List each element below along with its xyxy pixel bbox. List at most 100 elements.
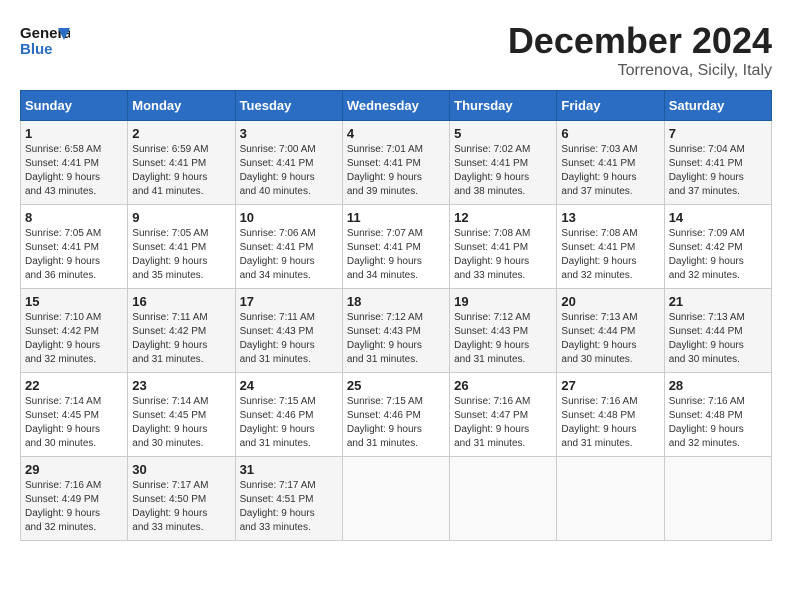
day-number: 26 [454,378,552,393]
day-info: Sunrise: 7:14 AMSunset: 4:45 PMDaylight:… [132,395,230,451]
calendar-cell: 9 Sunrise: 7:05 AMSunset: 4:41 PMDaylight… [128,205,235,289]
day-info: Sunrise: 7:05 AMSunset: 4:41 PMDaylight:… [25,227,123,283]
calendar-cell: 6Sunrise: 7:03 AMSunset: 4:41 PMDaylight… [557,121,664,205]
day-info: Sunrise: 7:13 AMSunset: 4:44 PMDaylight:… [669,311,767,367]
day-info: Sunrise: 7:08 AMSunset: 4:41 PMDaylight:… [454,227,552,283]
calendar-cell: 28 Sunrise: 7:16 AMSunset: 4:48 PMDayligh… [664,373,771,457]
calendar-week-4: 22 Sunrise: 7:14 AMSunset: 4:45 PMDayligh… [21,373,772,457]
day-number: 18 [347,294,445,309]
day-number: 23 [132,378,230,393]
calendar-cell: 19Sunrise: 7:12 AMSunset: 4:43 PMDayligh… [450,289,557,373]
day-number: 7 [669,126,767,141]
day-number: 24 [240,378,338,393]
day-header-saturday: Saturday [664,91,771,121]
day-number: 15 [25,294,123,309]
calendar-cell [342,457,449,541]
calendar-week-2: 8 Sunrise: 7:05 AMSunset: 4:41 PMDaylight… [21,205,772,289]
day-number: 2 [132,126,230,141]
calendar-cell: 3 Sunrise: 7:00 AMSunset: 4:41 PMDaylight… [235,121,342,205]
day-info: Sunrise: 7:01 AMSunset: 4:41 PMDaylight:… [347,143,445,199]
calendar-cell: 26 Sunrise: 7:16 AMSunset: 4:47 PMDayligh… [450,373,557,457]
calendar-cell: 20Sunrise: 7:13 AMSunset: 4:44 PMDayligh… [557,289,664,373]
calendar-cell: 27 Sunrise: 7:16 AMSunset: 4:48 PMDayligh… [557,373,664,457]
day-info: Sunrise: 7:11 AMSunset: 4:42 PMDaylight:… [132,311,230,367]
day-number: 10 [240,210,338,225]
day-number: 16 [132,294,230,309]
day-number: 28 [669,378,767,393]
day-info: Sunrise: 7:04 AMSunset: 4:41 PMDaylight:… [669,143,767,199]
calendar-cell: 10 Sunrise: 7:06 AMSunset: 4:41 PMDayligh… [235,205,342,289]
calendar-cell: 13 Sunrise: 7:08 AMSunset: 4:41 PMDayligh… [557,205,664,289]
calendar-table: SundayMondayTuesdayWednesdayThursdayFrid… [20,90,772,541]
calendar-cell: 23 Sunrise: 7:14 AMSunset: 4:45 PMDayligh… [128,373,235,457]
day-number: 31 [240,462,338,477]
day-header-friday: Friday [557,91,664,121]
day-info: Sunrise: 6:59 AMSunset: 4:41 PMDaylight:… [132,143,230,199]
day-info: Sunrise: 7:09 AMSunset: 4:42 PMDaylight:… [669,227,767,283]
calendar-cell [557,457,664,541]
day-header-sunday: Sunday [21,91,128,121]
calendar-cell: 11 Sunrise: 7:07 AMSunset: 4:41 PMDayligh… [342,205,449,289]
calendar-week-3: 15 Sunrise: 7:10 AMSunset: 4:42 PMDayligh… [21,289,772,373]
page-header: General Blue December 2024 Torrenova, Si… [20,20,772,80]
day-number: 27 [561,378,659,393]
calendar-cell: 22Sunrise: 7:14 AMSunset: 4:45 PMDayligh… [21,373,128,457]
calendar-cell: 16 Sunrise: 7:11 AMSunset: 4:42 PMDayligh… [128,289,235,373]
day-number: 29 [25,462,123,477]
svg-text:Blue: Blue [20,41,53,58]
day-number: 8 [25,210,123,225]
day-number: 1 [25,126,123,141]
day-info: Sunrise: 7:16 AMSunset: 4:48 PMDaylight:… [669,395,767,451]
day-info: Sunrise: 7:17 AMSunset: 4:51 PMDaylight:… [240,479,338,535]
day-header-thursday: Thursday [450,91,557,121]
calendar-cell: 5 Sunrise: 7:02 AMSunset: 4:41 PMDaylight… [450,121,557,205]
logo-icon: General Blue [20,20,70,60]
day-info: Sunrise: 7:08 AMSunset: 4:41 PMDaylight:… [561,227,659,283]
day-info: Sunrise: 7:16 AMSunset: 4:48 PMDaylight:… [561,395,659,451]
calendar-cell: 15 Sunrise: 7:10 AMSunset: 4:42 PMDayligh… [21,289,128,373]
day-info: Sunrise: 7:15 AMSunset: 4:46 PMDaylight:… [240,395,338,451]
day-info: Sunrise: 7:03 AMSunset: 4:41 PMDaylight:… [561,143,659,199]
day-number: 11 [347,210,445,225]
day-info: Sunrise: 7:06 AMSunset: 4:41 PMDaylight:… [240,227,338,283]
month-title: December 2024 [508,20,772,62]
day-info: Sunrise: 7:16 AMSunset: 4:47 PMDaylight:… [454,395,552,451]
day-info: Sunrise: 7:16 AMSunset: 4:49 PMDaylight:… [25,479,123,535]
title-block: December 2024 Torrenova, Sicily, Italy [508,20,772,80]
day-header-tuesday: Tuesday [235,91,342,121]
day-number: 14 [669,210,767,225]
day-number: 4 [347,126,445,141]
day-number: 3 [240,126,338,141]
day-number: 5 [454,126,552,141]
day-number: 21 [669,294,767,309]
location: Torrenova, Sicily, Italy [508,62,772,80]
day-info: Sunrise: 7:02 AMSunset: 4:41 PMDaylight:… [454,143,552,199]
day-number: 9 [132,210,230,225]
day-number: 22 [25,378,123,393]
calendar-cell: 31 Sunrise: 7:17 AMSunset: 4:51 PMDayligh… [235,457,342,541]
day-number: 12 [454,210,552,225]
day-number: 13 [561,210,659,225]
day-info: Sunrise: 7:11 AMSunset: 4:43 PMDaylight:… [240,311,338,367]
day-info: Sunrise: 7:00 AMSunset: 4:41 PMDaylight:… [240,143,338,199]
day-number: 20 [561,294,659,309]
day-number: 17 [240,294,338,309]
calendar-cell: 1Sunrise: 6:58 AMSunset: 4:41 PMDaylight… [21,121,128,205]
calendar-cell: 30Sunrise: 7:17 AMSunset: 4:50 PMDayligh… [128,457,235,541]
calendar-cell: 25Sunrise: 7:15 AMSunset: 4:46 PMDayligh… [342,373,449,457]
calendar-week-1: 1Sunrise: 6:58 AMSunset: 4:41 PMDaylight… [21,121,772,205]
calendar-cell: 2 Sunrise: 6:59 AMSunset: 4:41 PMDaylight… [128,121,235,205]
calendar-cell: 12 Sunrise: 7:08 AMSunset: 4:41 PMDayligh… [450,205,557,289]
calendar-cell: 7 Sunrise: 7:04 AMSunset: 4:41 PMDaylight… [664,121,771,205]
day-header-monday: Monday [128,91,235,121]
calendar-cell: 24 Sunrise: 7:15 AMSunset: 4:46 PMDayligh… [235,373,342,457]
day-info: Sunrise: 7:07 AMSunset: 4:41 PMDaylight:… [347,227,445,283]
day-info: Sunrise: 7:12 AMSunset: 4:43 PMDaylight:… [454,311,552,367]
day-info: Sunrise: 7:10 AMSunset: 4:42 PMDaylight:… [25,311,123,367]
day-header-wednesday: Wednesday [342,91,449,121]
day-number: 30 [132,462,230,477]
day-info: Sunrise: 7:12 AMSunset: 4:43 PMDaylight:… [347,311,445,367]
day-info: Sunrise: 7:05 AMSunset: 4:41 PMDaylight:… [132,227,230,283]
calendar-cell: 29 Sunrise: 7:16 AMSunset: 4:49 PMDayligh… [21,457,128,541]
day-info: Sunrise: 7:15 AMSunset: 4:46 PMDaylight:… [347,395,445,451]
